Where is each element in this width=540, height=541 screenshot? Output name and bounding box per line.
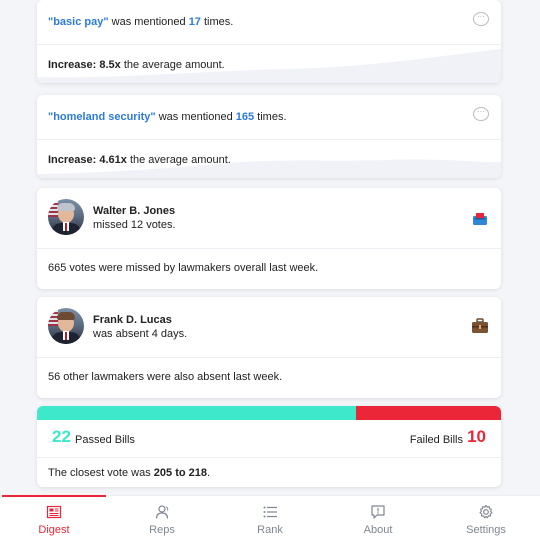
briefcase-icon [472, 318, 488, 333]
closest-suffix: . [206, 467, 211, 479]
rep-name: Frank D. Lucas [93, 314, 172, 326]
bills-card[interactable]: 22 Passed Bills Failed Bills 10 The clos… [37, 406, 501, 487]
rep-summary: 665 votes were missed by lawmakers overa… [48, 262, 319, 274]
comment-icon: ··· [473, 12, 489, 26]
rep-footer: 665 votes were missed by lawmakers overa… [37, 249, 501, 289]
mention-card[interactable]: "homeland security" was mentioned 165 ti… [37, 95, 501, 178]
failed-count: 10 [467, 427, 486, 446]
bills-ratio-bar [37, 406, 501, 420]
tab-about[interactable]: About [324, 496, 432, 541]
rep-footer: 56 other lawmakers were also absent last… [37, 358, 501, 398]
mention-middle: was mentioned [108, 16, 189, 28]
mention-header: "homeland security" was mentioned 165 ti… [37, 95, 501, 140]
mention-keyword: "basic pay" [48, 16, 109, 28]
mention-text: "homeland security" was mentioned 165 ti… [48, 111, 287, 123]
tab-reps[interactable]: Reps [108, 496, 216, 541]
mention-count: 17 [188, 16, 201, 28]
avatar [48, 199, 84, 235]
closest-value: 205 to 218 [153, 467, 207, 479]
mention-footer: Increase: 8.5x the average amount. [37, 45, 501, 83]
rep-header: Walter B. Jones missed 12 votes. [37, 188, 501, 249]
avatar [48, 308, 84, 344]
increase-suffix: the average amount. [120, 59, 225, 71]
passed-segment [37, 406, 356, 420]
mention-suffix: times. [200, 16, 234, 28]
failed-segment [356, 406, 501, 420]
tab-label: Rank [257, 524, 283, 536]
people-icon [155, 505, 169, 519]
tab-settings[interactable]: Settings [432, 496, 540, 541]
increase-suffix: the average amount. [126, 154, 231, 166]
rep-description: was absent 4 days. [93, 328, 188, 340]
tab-label: About [363, 524, 393, 536]
comment-icon: ··· [473, 107, 489, 121]
mention-suffix: times. [254, 111, 287, 123]
tab-label: Reps [149, 524, 175, 536]
bottom-tab-bar: Digest Reps Rank About Settings [0, 495, 540, 541]
rep-summary: 56 other lawmakers were also absent last… [48, 371, 283, 383]
tab-rank[interactable]: Rank [216, 496, 324, 541]
rep-card[interactable]: Frank D. Lucas was absent 4 days. 56 oth… [37, 297, 501, 398]
gear-icon [479, 504, 493, 519]
newspaper-icon [46, 505, 62, 519]
passed-count: 22 [52, 427, 71, 446]
mention-text: "basic pay" was mentioned 17 times. [48, 16, 233, 28]
rep-header: Frank D. Lucas was absent 4 days. [37, 297, 501, 358]
mention-card[interactable]: "basic pay" was mentioned 17 times. ··· … [37, 0, 501, 83]
mention-header: "basic pay" was mentioned 17 times. ··· [37, 0, 501, 45]
chat-info-icon [371, 505, 385, 519]
closest-vote-text: The closest vote was 205 to 218. [48, 467, 210, 479]
tab-label: Digest [38, 524, 70, 536]
tab-label: Settings [466, 524, 506, 536]
failed-label: Failed Bills [409, 434, 463, 446]
bills-footer: The closest vote was 205 to 218. [37, 458, 501, 487]
increase-text: Increase: 4.61x the average amount. [48, 154, 231, 166]
list-icon [263, 506, 277, 518]
increase-label: Increase: 4.61x [48, 154, 127, 166]
mention-keyword: "homeland security" [48, 111, 156, 123]
mention-middle: was mentioned [155, 111, 236, 123]
closest-prefix: The closest vote was [48, 467, 154, 479]
bill-counts: 22 Passed Bills Failed Bills 10 [37, 420, 501, 458]
rep-name: Walter B. Jones [93, 205, 176, 217]
mention-count: 165 [235, 111, 255, 123]
rep-card[interactable]: Walter B. Jones missed 12 votes. 665 vot… [37, 188, 501, 289]
rep-description: missed 12 votes. [93, 219, 176, 231]
mention-footer: Increase: 4.61x the average amount. [37, 140, 501, 178]
increase-text: Increase: 8.5x the average amount. [48, 59, 225, 71]
increase-label: Increase: 8.5x [48, 59, 121, 71]
tab-digest[interactable]: Digest [0, 495, 108, 541]
ballot-box-icon [473, 211, 487, 225]
passed-label: Passed Bills [75, 434, 135, 446]
